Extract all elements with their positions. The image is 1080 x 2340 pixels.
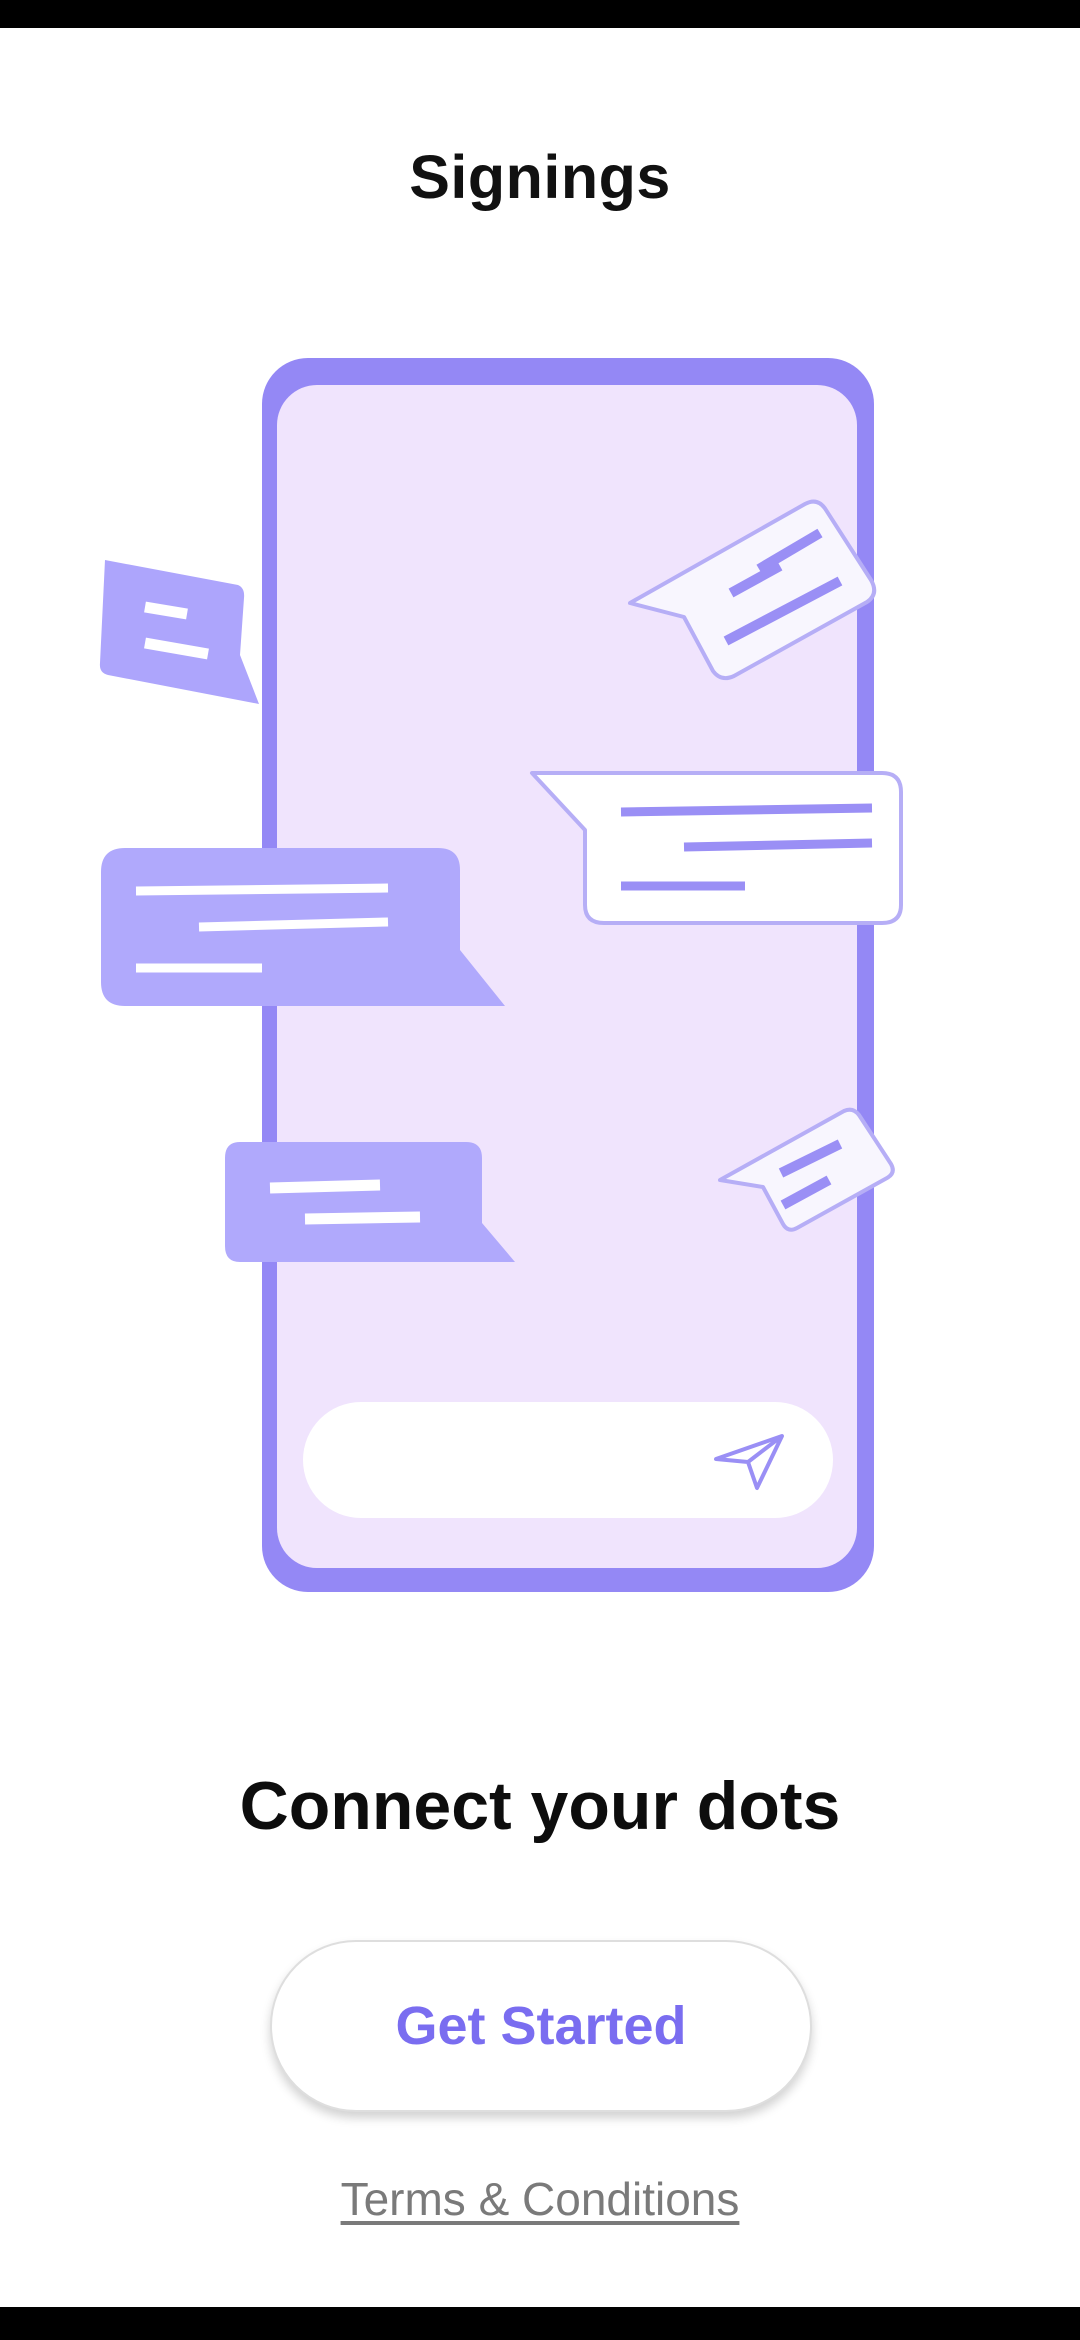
chat-bubble-small-tilted [99, 560, 260, 704]
get-started-button[interactable]: Get Started [270, 1940, 812, 2112]
terms-and-conditions-link[interactable]: Terms & Conditions [0, 2172, 1080, 2226]
chat-bubble-small-left [225, 1142, 515, 1262]
onboarding-screen: Signings Connect your dots Get Started T… [0, 0, 1080, 2340]
navigation-bar [0, 2307, 1080, 2340]
app-title: Signings [409, 143, 671, 211]
status-bar [0, 0, 1080, 28]
chat-phone-illustration [95, 350, 915, 1600]
onboarding-headline: Connect your dots [239, 1768, 841, 1844]
chat-bubble-large-left [101, 848, 505, 1006]
chat-bubble-outline-right [530, 771, 903, 925]
